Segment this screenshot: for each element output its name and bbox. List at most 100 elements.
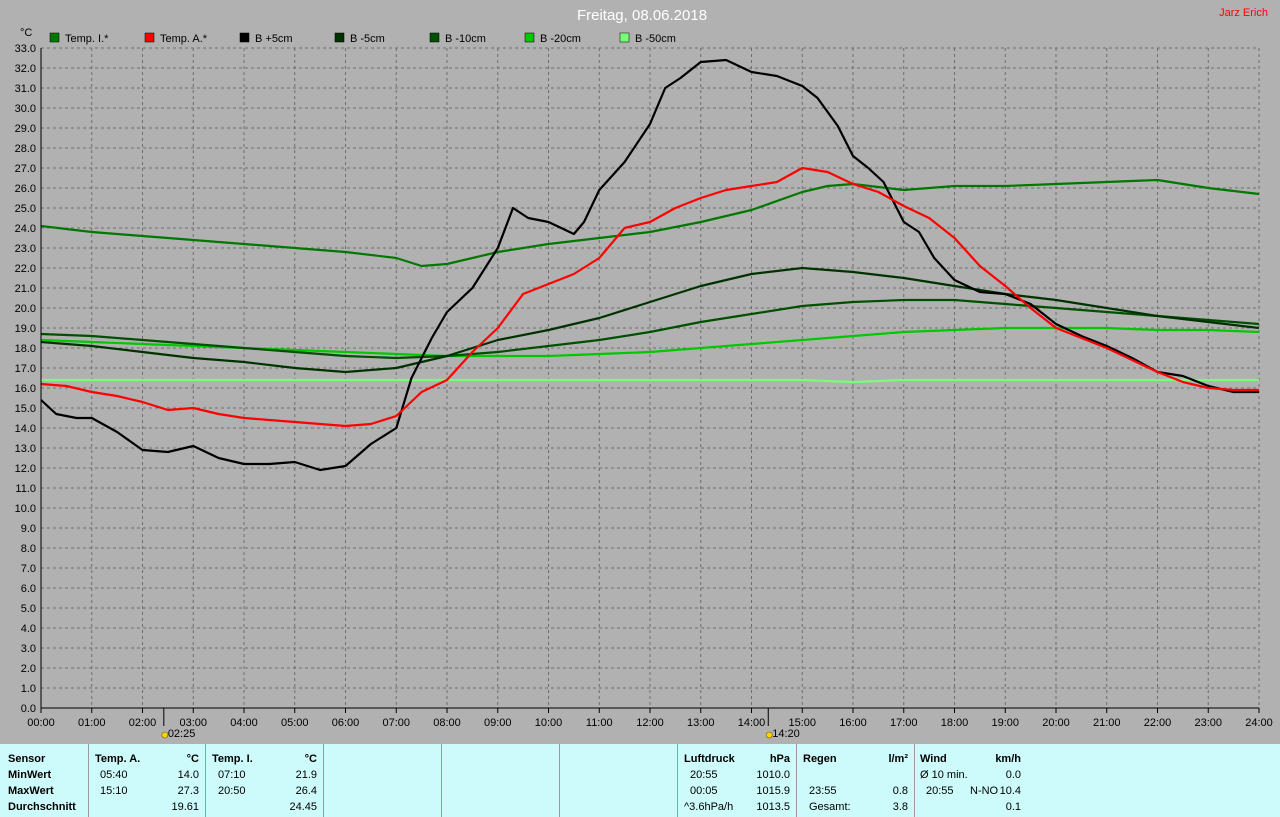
- y-tick-label: 17.0: [15, 363, 36, 375]
- pressure-unit: hPa: [769, 753, 790, 765]
- chart-title: Freitag, 08.06.2018: [577, 7, 707, 24]
- legend-label: Temp. A.*: [160, 33, 208, 45]
- pressure-trend-label: ^3.6hPa/h: [684, 801, 734, 813]
- empty-column-3: [560, 744, 678, 817]
- max-row-label: MaxWert: [8, 785, 54, 797]
- x-tick-label: 14:00: [738, 717, 766, 729]
- x-tick-label: 19:00: [991, 717, 1019, 729]
- x-axis: 00:00 01:00 02:00 03:00 04:00 05:00 06:00 07:00…: [27, 708, 1273, 729]
- wind-max-time: 20:55: [926, 785, 954, 797]
- y-tick-label: 23.0: [15, 243, 36, 255]
- chart-legend: Temp. I.* Temp. A.* B +5cm B -5cm B -10cm B -…: [49, 32, 676, 45]
- x-tick-label: 11:00: [586, 717, 613, 729]
- y-tick-label: 10.0: [15, 503, 36, 515]
- y-tick-label: 6.0: [21, 583, 36, 595]
- pressure-max-value: 1015.9: [756, 785, 790, 797]
- y-tick-label: 13.0: [15, 443, 36, 455]
- y-tick-label: 29.0: [15, 123, 36, 135]
- x-tick-label: 18:00: [941, 717, 969, 729]
- x-tick-label: 22:00: [1144, 717, 1172, 729]
- pressure-max-time: 00:05: [690, 785, 718, 797]
- x-tick-label: 05:00: [281, 717, 309, 729]
- y-tick-label: 0.0: [21, 703, 36, 715]
- wind-header: Wind: [920, 753, 947, 765]
- legend-swatch: [524, 32, 535, 43]
- marker-label: 14:20: [772, 728, 800, 740]
- y-tick-label: 16.0: [15, 383, 36, 395]
- y-tick-label: 31.0: [15, 83, 36, 95]
- x-tick-label: 02:00: [129, 717, 157, 729]
- legend-label: B -50cm: [635, 33, 676, 45]
- min-row-label: MinWert: [8, 769, 52, 781]
- temp-a-min-value: 14.0: [177, 769, 199, 781]
- y-tick-label: 21.0: [15, 283, 36, 295]
- legend-label: B +5cm: [255, 33, 293, 45]
- avg-row-label: Durchschnitt: [8, 801, 76, 813]
- temp-a-max-value: 27.3: [177, 785, 199, 797]
- pressure-min-value: 1010.0: [756, 769, 790, 781]
- pressure-header: Luftdruck: [684, 753, 735, 765]
- y-tick-label: 9.0: [21, 523, 36, 535]
- author-label: Jarz Erich: [1219, 7, 1268, 19]
- x-tick-label: 06:00: [332, 717, 360, 729]
- temp-i-min-time: 07:10: [218, 769, 246, 781]
- x-tick-label: 12:00: [636, 717, 664, 729]
- wind-avg10-label: Ø 10 min.: [920, 769, 968, 781]
- temp-a-column: Temp. A. °C 05:40 14.0 15:10 27.3 19.61: [89, 744, 206, 817]
- temp-a-max-time: 15:10: [100, 785, 128, 797]
- sensor-header: Sensor: [8, 753, 46, 765]
- y-tick-label: 4.0: [21, 623, 36, 635]
- legend-swatch: [334, 32, 345, 43]
- y-tick-label: 5.0: [21, 603, 36, 615]
- y-tick-label: 24.0: [15, 223, 36, 235]
- legend-swatch: [619, 32, 630, 43]
- x-tick-label: 24:00: [1245, 717, 1273, 729]
- y-tick-label: 32.0: [15, 63, 36, 75]
- rain-total-label: Gesamt:: [809, 801, 851, 813]
- y-tick-label: 25.0: [15, 203, 36, 215]
- x-tick-label: 23:00: [1194, 717, 1222, 729]
- marker-label: 02:25: [168, 728, 196, 740]
- legend-swatch: [144, 32, 155, 43]
- x-tick-label: 21:00: [1093, 717, 1121, 729]
- x-tick-label: 16:00: [839, 717, 867, 729]
- x-tick-label: 09:00: [484, 717, 512, 729]
- y-tick-label: 26.0: [15, 183, 36, 195]
- temp-i-avg-value: 24.45: [289, 801, 317, 813]
- y-tick-label: 1.0: [21, 683, 36, 695]
- temp-i-unit: °C: [304, 753, 317, 765]
- legend-label: B -20cm: [540, 33, 581, 45]
- y-tick-label: 2.0: [21, 663, 36, 675]
- wind-max-direction: N-NO: [970, 785, 999, 797]
- pressure-min-time: 20:55: [690, 769, 718, 781]
- y-tick-label: 7.0: [21, 563, 36, 575]
- y-tick-label: 12.0: [15, 463, 36, 475]
- y-tick-label: 28.0: [15, 143, 36, 155]
- temp-a-min-time: 05:40: [100, 769, 128, 781]
- y-tick-label: 33.0: [15, 43, 36, 55]
- temp-i-max-time: 20:50: [218, 785, 246, 797]
- legend-swatch: [239, 32, 250, 43]
- x-tick-label: 17:00: [890, 717, 918, 729]
- y-tick-label: 15.0: [15, 403, 36, 415]
- rain-max-time: 23:55: [809, 785, 837, 797]
- temp-i-header: Temp. I.: [212, 753, 253, 765]
- empty-column-1: [324, 744, 442, 817]
- x-tick-label: 01:00: [78, 717, 106, 729]
- wind-avg10-value: 0.0: [1005, 769, 1021, 781]
- y-tick-label: 22.0: [15, 263, 36, 275]
- rain-total-value: 3.8: [892, 801, 908, 813]
- y-tick-label: 27.0: [15, 163, 36, 175]
- sensor-column: Sensor MinWert MaxWert Durchschnitt: [0, 744, 89, 817]
- legend-label: Temp. I.*: [65, 33, 109, 45]
- rain-max-value: 0.8: [892, 785, 908, 797]
- rain-header: Regen: [803, 753, 837, 765]
- y-unit-label: °C: [20, 27, 32, 39]
- wind-column: Wind km/h Ø 10 min. 0.0 20:55 N-NO 10.4 …: [915, 744, 1027, 817]
- temp-i-min-value: 21.9: [295, 769, 317, 781]
- y-tick-label: 8.0: [21, 543, 36, 555]
- pressure-column: Luftdruck hPa 20:55 1010.0 00:05 1015.9 …: [678, 744, 797, 817]
- rain-column: Regen l/m² 23:55 0.8 Gesamt: 3.8: [797, 744, 915, 817]
- temperature-chart: Freitag, 08.06.2018 Jarz Erich °C Temp. …: [15, 7, 1273, 740]
- x-tick-label: 04:00: [230, 717, 258, 729]
